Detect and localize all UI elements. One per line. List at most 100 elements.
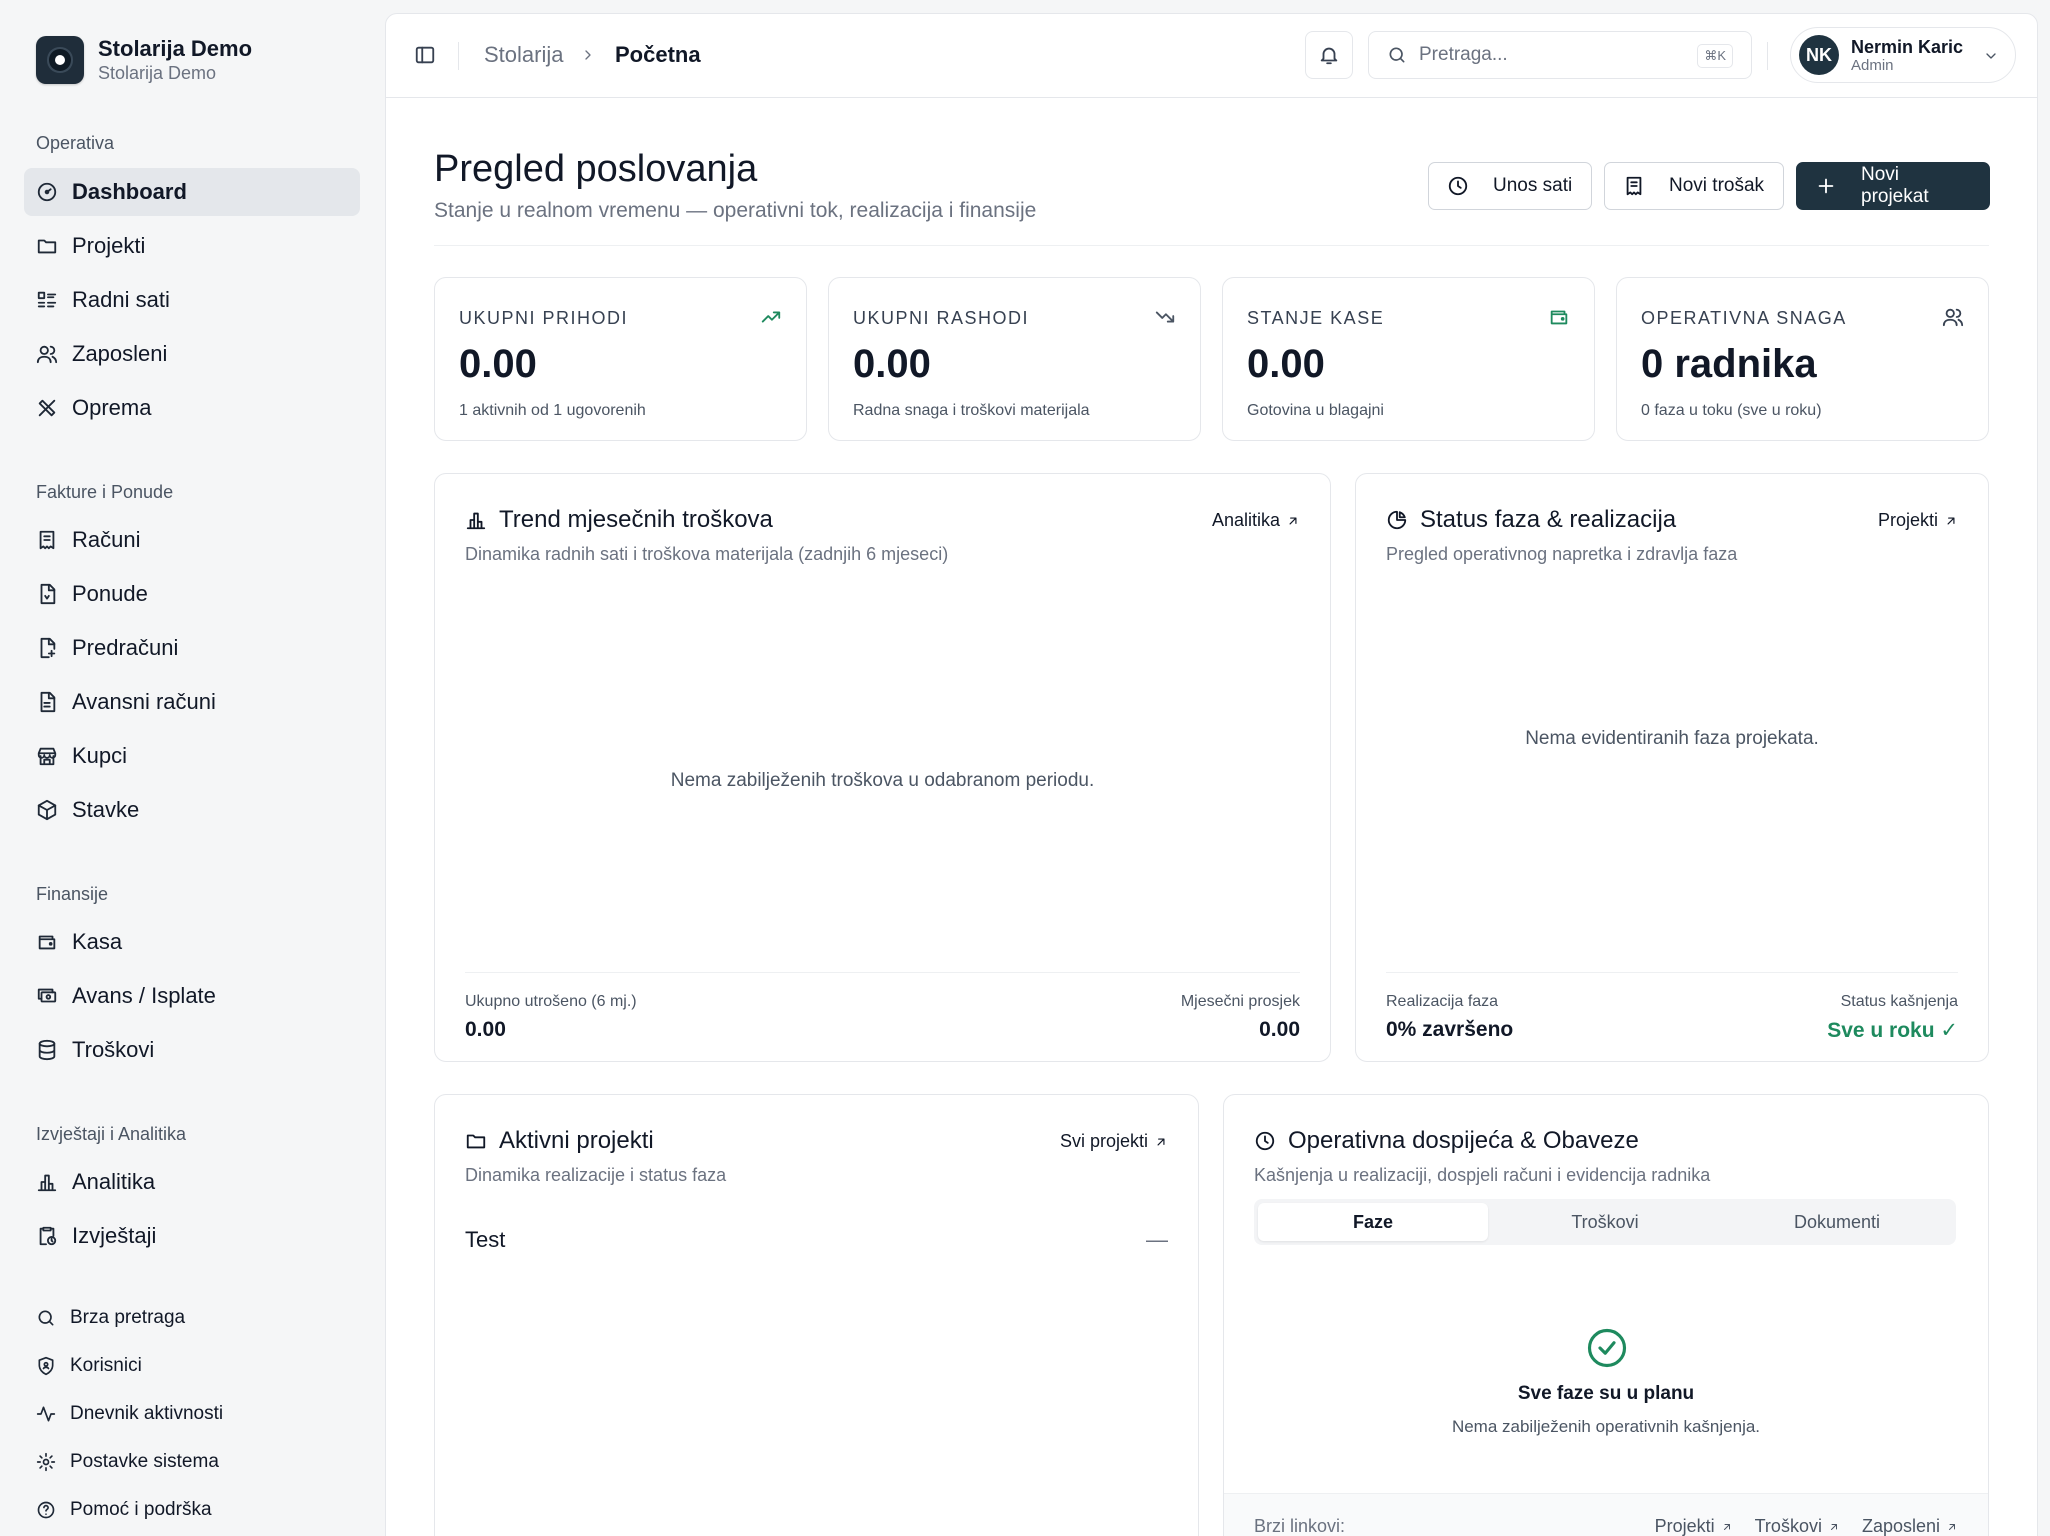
sidebar-item-izvjestaji[interactable]: Izvještaji — [24, 1212, 360, 1260]
page-subtitle: Stanje u realnom vremenu — operativni to… — [434, 199, 1037, 222]
user-menu[interactable]: NK Nermin Karic Admin — [1790, 27, 2016, 83]
quick-links-label: Brzi linkovi: — [1254, 1516, 1346, 1536]
sidebar-item-zaposleni[interactable]: Zaposleni — [24, 330, 360, 378]
link-label: Projekti — [1877, 510, 1938, 530]
quick-links-bar: Brzi linkovi: Projekti Troškovi Zaposlen… — [1224, 1494, 1988, 1536]
trending-up-icon — [760, 306, 782, 328]
sidebar-item-label: Ponude — [72, 581, 148, 606]
empty-state: Nema evidentiranih faza projekata. — [1525, 728, 1819, 749]
delay-label: Status kašnjenja — [1840, 993, 1958, 1010]
sidebar-item-label: Troškovi — [72, 1037, 155, 1062]
sidebar-item-kupci[interactable]: Kupci — [24, 732, 360, 780]
sidebar-item-oprema[interactable]: Oprema — [24, 384, 360, 432]
sidebar-item-troskovi[interactable]: Troškovi — [24, 1026, 360, 1074]
sidebar-item-label: Avansni računi — [72, 689, 216, 714]
kpi-value: 0.00 — [1247, 342, 1325, 386]
brand[interactable]: Stolarija Demo Stolarija Demo — [36, 36, 252, 84]
sidebar-item-label: Stavke — [72, 797, 140, 822]
sidebar-item-kasa[interactable]: Kasa — [24, 918, 360, 966]
avatar: NK — [1799, 35, 1839, 75]
search-icon — [1387, 45, 1407, 65]
pie-chart-icon — [1386, 509, 1408, 531]
user-name: Nermin Karic — [1851, 36, 1964, 57]
new-expense-button[interactable]: Novi trošak — [1604, 162, 1784, 210]
log-hours-label: Unos sati — [1493, 175, 1573, 196]
new-project-button[interactable]: Novi projekat — [1796, 162, 1990, 210]
shield-icon — [36, 1356, 56, 1376]
sidebar-item-label: Postavke sistema — [70, 1451, 219, 1472]
panel-subtitle: Dinamika radnih sati i troškova materija… — [465, 544, 949, 564]
sidebar-item-pomoc[interactable]: Pomoć i podrška — [24, 1488, 360, 1532]
kpi-label: UKUPNI RASHODI — [853, 308, 1030, 328]
folder-icon — [465, 1130, 487, 1152]
breadcrumb-root[interactable]: Stolarija — [484, 42, 563, 68]
sidebar-item-label: Zaposleni — [72, 341, 168, 366]
sidebar-item-stavke[interactable]: Stavke — [24, 786, 360, 834]
status-panel: Status faza & realizacija Pregled operat… — [1355, 473, 1989, 1062]
sidebar-item-avansni-racuni[interactable]: Avansni računi — [24, 678, 360, 726]
divider — [458, 42, 459, 70]
sidebar-item-analitika[interactable]: Analitika — [24, 1158, 360, 1206]
search-box[interactable]: ⌘K — [1368, 31, 1752, 79]
page-title: Pregled poslovanja — [434, 148, 758, 190]
users-icon — [36, 343, 58, 365]
sidebar-item-ponude[interactable]: Ponude — [24, 570, 360, 618]
breadcrumb-current: Početna — [615, 42, 701, 67]
sidebar-item-racuni[interactable]: Računi — [24, 516, 360, 564]
clock-icon — [1447, 175, 1469, 197]
delay-status-value: Sve u roku ✓ — [1827, 1019, 1958, 1042]
log-hours-button[interactable]: Unos sati — [1428, 162, 1592, 210]
link-label: Troškovi — [1754, 1516, 1822, 1536]
link-label: Analitika — [1211, 510, 1280, 530]
store-icon — [36, 745, 58, 767]
sidebar-item-predracuni[interactable]: Predračuni — [24, 624, 360, 672]
tab-faze[interactable]: Faze — [1258, 1203, 1488, 1241]
kpi-description: Gotovina u blagajni — [1247, 402, 1384, 419]
kpi-description: Radna snaga i troškovi materijala — [853, 402, 1090, 419]
package-icon — [36, 799, 58, 821]
kpi-card-expenses: UKUPNI RASHODI 0.00 Radna snaga i troško… — [828, 277, 1201, 441]
analytics-link[interactable]: Analitika — [1212, 510, 1300, 531]
kpi-card-revenue: UKUPNI PRIHODI 0.00 1 aktivnih od 1 ugov… — [434, 277, 807, 441]
arrow-up-right-icon — [1944, 514, 1958, 528]
sidebar-item-brza-pretraga[interactable]: Brza pretraga — [24, 1296, 360, 1340]
kpi-value: 0.00 — [459, 342, 537, 386]
all-projects-link[interactable]: Svi projekti — [1060, 1131, 1168, 1152]
list-item[interactable]: Test — — [465, 1227, 1168, 1267]
quick-link-zaposleni[interactable]: Zaposleni — [1862, 1516, 1958, 1536]
sidebar-item-projekti[interactable]: Projekti — [24, 222, 360, 270]
sidebar-item-radni-sati[interactable]: Radni sati — [24, 276, 360, 324]
bar-chart-icon — [465, 509, 487, 531]
search-input[interactable] — [1419, 44, 1679, 66]
file-quote-icon — [36, 583, 58, 605]
sidebar-item-avans-isplate[interactable]: Avans / Isplate — [24, 972, 360, 1020]
database-icon — [36, 1039, 58, 1061]
divider — [465, 972, 1300, 973]
panel-title: Trend mjesečnih troškova — [499, 506, 773, 533]
tools-icon — [36, 397, 58, 419]
kpi-description: 0 faza u toku (sve u roku) — [1641, 402, 1822, 419]
tab-dokumenti[interactable]: Dokumenti — [1722, 1203, 1952, 1241]
plus-icon — [1815, 175, 1837, 197]
sidebar-item-label: Radni sati — [72, 287, 170, 312]
gauge-icon — [36, 181, 58, 203]
brand-subtitle: Stolarija Demo — [98, 63, 217, 83]
sidebar-item-label: Izvještaji — [72, 1223, 157, 1248]
quick-link-troskovi[interactable]: Troškovi — [1755, 1516, 1840, 1536]
sidebar-item-dnevnik[interactable]: Dnevnik aktivnosti — [24, 1392, 360, 1436]
sidebar-toggle-icon[interactable] — [414, 44, 436, 66]
projects-link[interactable]: Projekti — [1878, 510, 1958, 531]
sidebar-item-postavke[interactable]: Postavke sistema — [24, 1440, 360, 1484]
section-izvjestaji: Izvještaji i Analitika — [36, 1124, 187, 1144]
sidebar-item-korisnici[interactable]: Korisnici — [24, 1344, 360, 1388]
arrow-up-right-icon — [1721, 1521, 1733, 1533]
receipt-icon — [1623, 175, 1645, 197]
quick-link-projekti[interactable]: Projekti — [1655, 1516, 1733, 1536]
tab-troskovi[interactable]: Troškovi — [1490, 1203, 1720, 1241]
notifications-button[interactable] — [1305, 31, 1353, 79]
new-project-label: Novi projekat — [1861, 164, 1929, 207]
sidebar-item-dashboard[interactable]: Dashboard — [24, 168, 360, 216]
activity-icon — [36, 1404, 56, 1424]
sidebar-item-label: Projekti — [72, 233, 146, 258]
help-icon — [36, 1500, 56, 1520]
